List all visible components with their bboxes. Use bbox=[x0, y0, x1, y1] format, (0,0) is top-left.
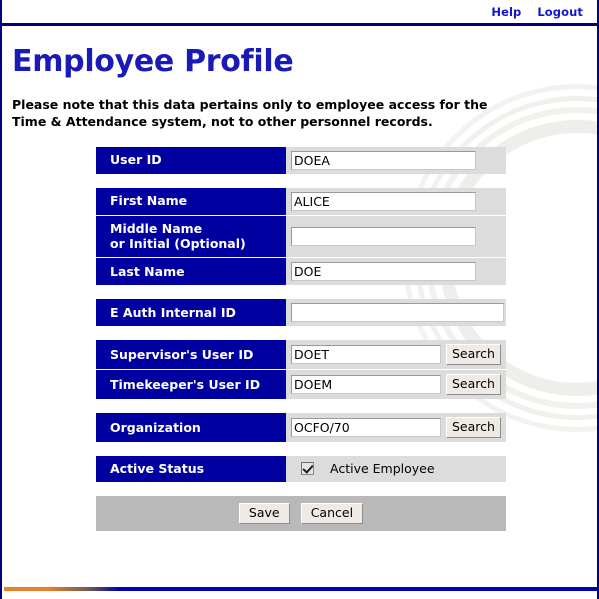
field-control: Search bbox=[286, 340, 506, 369]
field-label-line1: First Name bbox=[110, 193, 188, 209]
logout-link[interactable]: Logout bbox=[537, 5, 583, 19]
form-action-bar: Save Cancel bbox=[96, 495, 506, 531]
field-control bbox=[286, 216, 506, 257]
supervisor-user-id-input[interactable] bbox=[291, 345, 441, 364]
field-label: Active Status bbox=[96, 456, 286, 482]
save-button[interactable]: Save bbox=[238, 502, 290, 524]
form-group-supervisor-timekeeper: Supervisor's User ID Search Timekeeper's… bbox=[96, 340, 506, 399]
form-row: User ID bbox=[96, 146, 506, 174]
top-navigation-bar: Help Logout bbox=[2, 0, 597, 26]
form-row: Last Name bbox=[96, 257, 506, 285]
middle-name-input[interactable] bbox=[291, 226, 476, 246]
organization-input[interactable] bbox=[291, 418, 441, 437]
cancel-button[interactable]: Cancel bbox=[300, 502, 364, 524]
form-row: Timekeeper's User ID Search bbox=[96, 369, 506, 399]
field-control: Search bbox=[286, 370, 506, 399]
field-control bbox=[286, 258, 506, 285]
form-row: Middle Name or Initial (Optional) bbox=[96, 214, 506, 257]
organization-search-button[interactable]: Search bbox=[446, 417, 501, 438]
form-row: Supervisor's User ID Search bbox=[96, 340, 506, 369]
form-group-user-id: User ID bbox=[96, 146, 506, 174]
active-employee-checkbox-group: Active Employee bbox=[291, 461, 435, 476]
field-control bbox=[286, 147, 506, 174]
field-label: E Auth Internal ID bbox=[96, 299, 286, 326]
field-label: First Name bbox=[96, 187, 286, 215]
field-label: Timekeeper's User ID bbox=[96, 370, 286, 399]
field-label-line1: Last Name bbox=[110, 263, 185, 279]
active-employee-checkbox[interactable] bbox=[301, 462, 314, 476]
field-label: Last Name bbox=[96, 258, 286, 285]
page-frame: Help Logout Employee Profile Please note… bbox=[0, 0, 599, 599]
form-group-eauth: E Auth Internal ID bbox=[96, 299, 506, 326]
employee-profile-form: User ID First Name bbox=[96, 146, 506, 531]
timekeeper-search-button[interactable]: Search bbox=[446, 374, 501, 395]
field-label-line1: Middle Name bbox=[110, 220, 203, 236]
user-id-input[interactable] bbox=[291, 150, 476, 170]
field-label: User ID bbox=[96, 146, 286, 174]
supervisor-search-button[interactable]: Search bbox=[446, 344, 501, 365]
eauth-internal-id-input[interactable] bbox=[291, 303, 504, 322]
bottom-gradient-rule bbox=[4, 587, 597, 591]
field-label: Organization bbox=[96, 413, 286, 442]
field-label-line1: E Auth Internal ID bbox=[110, 304, 236, 320]
field-label-line1: Organization bbox=[110, 419, 201, 435]
field-label-line1: Active Status bbox=[110, 461, 205, 476]
form-group-organization: Organization Search bbox=[96, 413, 506, 442]
field-control: Active Employee bbox=[286, 456, 506, 482]
form-row: E Auth Internal ID bbox=[96, 299, 506, 326]
field-label: Middle Name or Initial (Optional) bbox=[96, 215, 286, 257]
page-note: Please note that this data pertains only… bbox=[12, 97, 488, 129]
page-title: Employee Profile bbox=[12, 44, 294, 79]
page-content: Help Logout Employee Profile Please note… bbox=[2, 0, 597, 531]
field-control bbox=[286, 299, 506, 326]
field-control bbox=[286, 188, 506, 215]
active-employee-label: Active Employee bbox=[330, 461, 435, 477]
field-control: Search bbox=[286, 413, 506, 442]
timekeeper-user-id-input[interactable] bbox=[291, 375, 441, 394]
field-label-line1: User ID bbox=[110, 152, 162, 168]
form-row: First Name bbox=[96, 187, 506, 215]
first-name-input[interactable] bbox=[291, 191, 476, 211]
form-row: Active Status Active Employee bbox=[96, 456, 506, 482]
field-label-line1: Supervisor's User ID bbox=[110, 346, 254, 362]
form-group-active-status: Active Status Active Employee bbox=[96, 456, 506, 482]
form-group-names: First Name Middle Name or Initial (Optio… bbox=[96, 187, 506, 285]
last-name-input[interactable] bbox=[291, 262, 476, 281]
form-row: Organization Search bbox=[96, 413, 506, 442]
field-label: Supervisor's User ID bbox=[96, 340, 286, 369]
field-label-line1: Timekeeper's User ID bbox=[110, 376, 261, 392]
help-link[interactable]: Help bbox=[491, 5, 521, 19]
field-label-line2: or Initial (Optional) bbox=[110, 236, 246, 252]
